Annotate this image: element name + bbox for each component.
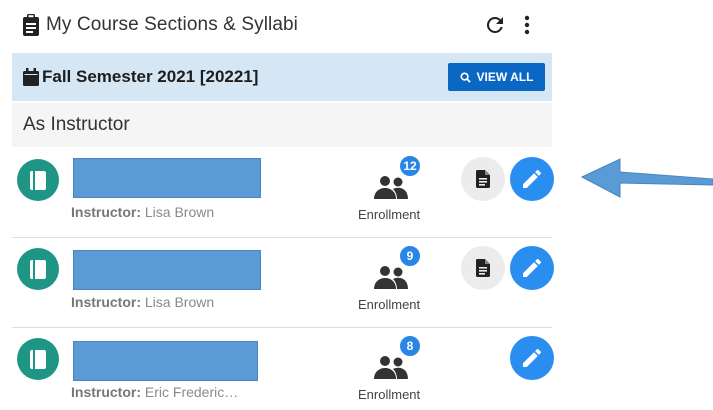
document-icon xyxy=(476,259,490,277)
instructor-name: Eric Frederic… xyxy=(144,384,239,400)
role-heading: As Instructor xyxy=(23,114,130,135)
edit-button[interactable] xyxy=(510,246,554,290)
role-section-header: As Instructor xyxy=(12,103,552,147)
enrollment-label: Enrollment xyxy=(358,297,421,312)
redacted-course-title xyxy=(73,341,258,381)
clipboard-icon xyxy=(23,14,39,36)
calendar-icon xyxy=(23,68,39,86)
instructor-line: Instructor: Lisa Brown xyxy=(71,294,214,310)
book-icon xyxy=(17,338,59,380)
instructor-label: Instructor: xyxy=(71,204,141,220)
instructor-label: Instructor: xyxy=(71,384,141,400)
widget-title: My Course Sections & Syllabi xyxy=(46,14,299,35)
view-all-button[interactable]: VIEW ALL xyxy=(448,63,545,91)
pencil-icon xyxy=(523,170,541,188)
instructor-label: Instructor: xyxy=(71,294,141,310)
document-icon xyxy=(476,170,490,188)
semester-bar: Fall Semester 2021 [20221] VIEW ALL xyxy=(12,53,552,101)
instructor-line: Instructor: Eric Frederic… xyxy=(71,384,238,400)
book-icon xyxy=(17,159,59,201)
enrollment-label: Enrollment xyxy=(358,387,421,402)
refresh-icon[interactable] xyxy=(483,13,507,37)
view-all-label: VIEW ALL xyxy=(476,70,534,84)
widget-header: My Course Sections & Syllabi xyxy=(22,10,552,40)
course-row[interactable]: Instructor: Lisa Brown 9 Enrollment xyxy=(12,238,554,328)
people-icon xyxy=(374,266,408,289)
redacted-course-title xyxy=(73,250,261,290)
edit-button[interactable] xyxy=(510,157,554,201)
people-icon xyxy=(374,356,408,379)
enrollment-count-badge: 8 xyxy=(398,334,422,358)
enrollment-count-badge: 12 xyxy=(398,154,422,178)
instructor-name: Lisa Brown xyxy=(144,204,215,220)
semester-title: Fall Semester 2021 [20221] xyxy=(42,67,259,86)
enrollment-count-badge: 9 xyxy=(398,244,422,268)
course-row[interactable]: Instructor: Lisa Brown 12 Enrollment xyxy=(12,148,554,238)
edit-button[interactable] xyxy=(510,336,554,380)
search-icon xyxy=(460,71,471,83)
instructor-name: Lisa Brown xyxy=(144,294,215,310)
syllabus-button[interactable] xyxy=(461,246,505,290)
course-row[interactable]: Instructor: Eric Frederic… 8 Enrollment xyxy=(12,328,554,410)
book-icon xyxy=(17,248,59,290)
pencil-icon xyxy=(523,349,541,367)
syllabus-button[interactable] xyxy=(461,157,505,201)
pencil-icon xyxy=(523,259,541,277)
more-vert-icon[interactable] xyxy=(520,13,534,37)
instructor-line: Instructor: Lisa Brown xyxy=(71,204,214,220)
redacted-course-title xyxy=(73,158,261,198)
enrollment-label: Enrollment xyxy=(358,207,421,222)
annotation-arrow-icon xyxy=(580,158,713,198)
people-icon xyxy=(374,176,408,199)
